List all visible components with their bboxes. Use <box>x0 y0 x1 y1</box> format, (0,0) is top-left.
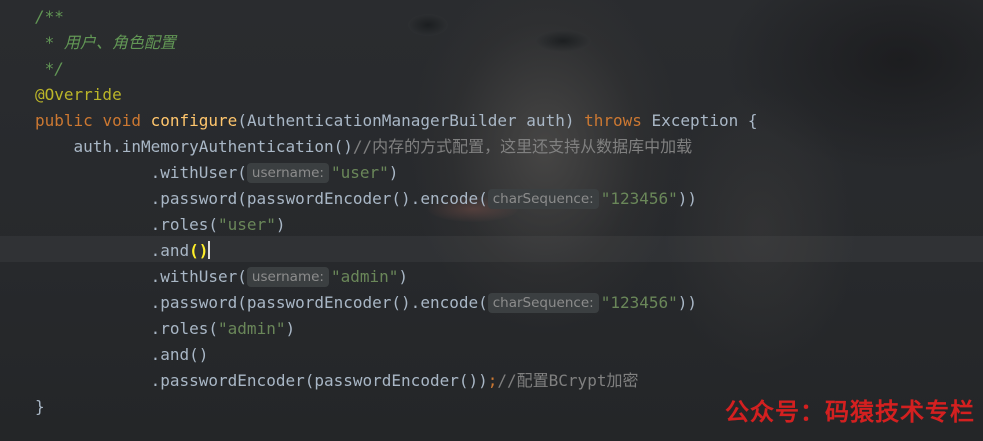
code-string: "admin" <box>218 319 286 338</box>
code-token: void <box>102 111 141 130</box>
code-line[interactable]: .roles("admin") <box>35 316 296 342</box>
code-token: .roles( <box>35 319 219 338</box>
code-token: .password(passwordEncoder().encode( <box>35 293 488 312</box>
parameter-hint: username: <box>246 267 329 287</box>
code-token: )) <box>677 293 698 312</box>
code-comment: //内存的方式配置，这里还支持从数据库中加载 <box>352 137 693 156</box>
code-line[interactable]: .withUser(username: "user") <box>35 160 398 186</box>
code-token: Exception { <box>641 111 758 130</box>
code-line[interactable]: .passwordEncoder(passwordEncoder());//配置… <box>35 368 639 394</box>
code-line[interactable]: } <box>35 394 45 420</box>
code-editor[interactable]: /** * 用户、角色配置 */ @Override public void con… <box>0 0 983 441</box>
code-token: auth.inMemoryAuthentication() <box>35 137 353 156</box>
code-line[interactable]: .and() <box>35 342 209 368</box>
code-line[interactable]: .and() <box>35 238 211 264</box>
code-string: "123456" <box>600 189 678 208</box>
code-line[interactable]: .withUser(username: "admin") <box>35 264 408 290</box>
code-token: .withUser( <box>35 267 247 286</box>
code-line[interactable]: .roles("user") <box>35 212 286 238</box>
code-token: throws <box>584 111 642 130</box>
code-token: ) <box>388 163 399 182</box>
code-token: ; <box>487 371 498 390</box>
parameter-hint: charSequence: <box>487 293 599 313</box>
code-line[interactable]: /** <box>35 4 64 30</box>
code-line[interactable]: .password(passwordEncoder().encode(charS… <box>35 186 697 212</box>
code-string: "user" <box>330 163 389 182</box>
code-token: configure <box>150 111 238 130</box>
code-line[interactable]: .password(passwordEncoder().encode(charS… <box>35 290 697 316</box>
code-token: public <box>35 111 93 130</box>
code-line[interactable]: auth.inMemoryAuthentication()//内存的方式配置，这… <box>35 134 693 160</box>
code-string: "123456" <box>600 293 678 312</box>
code-line[interactable]: */ <box>35 56 64 82</box>
code-token: } <box>35 397 45 416</box>
code-token: @Override <box>35 85 122 104</box>
code-line[interactable]: @Override <box>35 82 122 108</box>
code-token: .and() <box>35 345 209 364</box>
code-string: "user" <box>218 215 276 234</box>
code-token: .and <box>35 241 190 260</box>
code-token: )) <box>677 189 698 208</box>
code-token: .password(passwordEncoder().encode( <box>35 189 488 208</box>
watermark-text: 公众号：码猿技术专栏 <box>725 397 975 426</box>
parameter-hint: username: <box>246 163 329 183</box>
code-token: * 用户、角色配置 <box>35 33 176 52</box>
text-caret <box>208 241 211 259</box>
code-token: .passwordEncoder(passwordEncoder()) <box>35 371 488 390</box>
code-token: .roles( <box>35 215 219 234</box>
parameter-hint: charSequence: <box>487 189 599 209</box>
code-token: .withUser( <box>35 163 247 182</box>
code-token: ) <box>275 215 286 234</box>
code-token: (AuthenticationManagerBuilder auth) <box>237 111 585 130</box>
code-token: ) <box>285 319 296 338</box>
code-token: /** <box>35 7 64 26</box>
code-line[interactable]: * 用户、角色配置 <box>35 30 176 56</box>
code-string: "admin" <box>330 267 399 286</box>
code-comment: //配置BCrypt加密 <box>497 371 639 390</box>
code-line[interactable]: public void configure(AuthenticationMana… <box>35 108 757 134</box>
code-token: () <box>189 241 209 260</box>
code-token: */ <box>35 59 64 78</box>
code-token: ) <box>398 267 409 286</box>
